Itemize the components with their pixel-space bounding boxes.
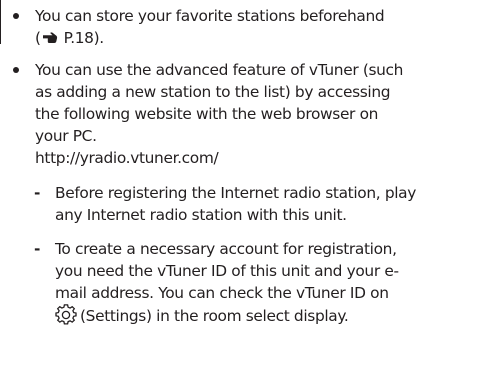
settings-text: (Settings) in the room select display. [80,307,349,325]
pointing-hand-icon [42,32,57,43]
vtuner-url: http://yradio.vtuner.com/ [35,149,219,167]
sub-item-2-line-2: you need the vTuner ID of this unit and … [55,262,399,280]
open-paren: ( [35,29,41,47]
bullet-dot [13,13,19,19]
sub-item-2-line-3: mail address. You can check the vTuner I… [55,284,389,302]
gear-icon [55,304,77,325]
sub-item-2-line-4: (Settings) in the room select display. [55,304,349,326]
page-reference: P.18). [63,29,105,47]
sub-item-1-line-2: any Internet radio station with this uni… [55,206,347,224]
margin-rule [0,0,1,44]
bullet-2-line-4: your PC. [35,127,97,145]
sub-item-1-line-1: Before registering the Internet radio st… [55,184,417,202]
bullet-1-line-1: You can store your favorite stations bef… [35,7,385,25]
bullet-2-line-3: the following website with the web brows… [35,105,379,123]
sub-item-marker: - [34,240,41,258]
bullet-1-line-2: ( P.18). [35,27,104,49]
bullet-2-line-1: You can use the advanced feature of vTun… [35,61,404,79]
bullet-dot [13,67,19,73]
bullet-2-line-2: as adding a new station to the list) by … [35,83,391,101]
sub-item-marker: - [34,184,41,202]
sub-item-2-line-1: To create a necessary account for regist… [55,240,397,258]
